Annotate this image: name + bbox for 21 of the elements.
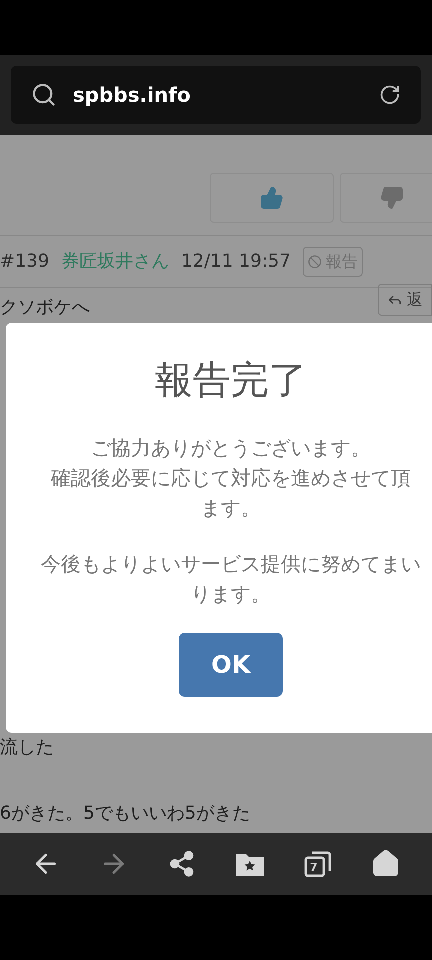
post-text: 流した — [0, 736, 54, 760]
dialog-message: 今後もよりよいサービス提供に努めてまい ります。 — [41, 551, 421, 608]
dialog-title: 報告完了 — [155, 361, 307, 399]
home-icon — [371, 849, 401, 879]
prohibited-icon — [308, 254, 322, 268]
url-text: spbbs.info — [73, 82, 192, 109]
post-time: 12/11 19:57 — [181, 250, 291, 274]
tabs-button[interactable]: 7 — [298, 844, 338, 884]
search-icon — [31, 82, 57, 108]
thumbs-down-icon — [380, 186, 404, 210]
tabs-icon — [303, 849, 333, 879]
post-text: クソボケへ — [0, 296, 90, 320]
post-number: #139 — [0, 250, 50, 274]
dialog-message: ご協力ありがとうございます。 確認後必要に応じて対応を進めさせて頂 ます。 — [51, 435, 411, 522]
reply-button[interactable]: 返 — [378, 284, 432, 316]
reload-icon[interactable] — [379, 84, 401, 106]
post-text: 6がきた。5でもいいわ5がきた — [0, 802, 250, 826]
address-field[interactable]: spbbs.info — [11, 66, 421, 124]
ok-button[interactable]: OK — [179, 633, 283, 697]
share-icon — [168, 850, 196, 878]
thumbs-up-icon — [260, 186, 284, 210]
